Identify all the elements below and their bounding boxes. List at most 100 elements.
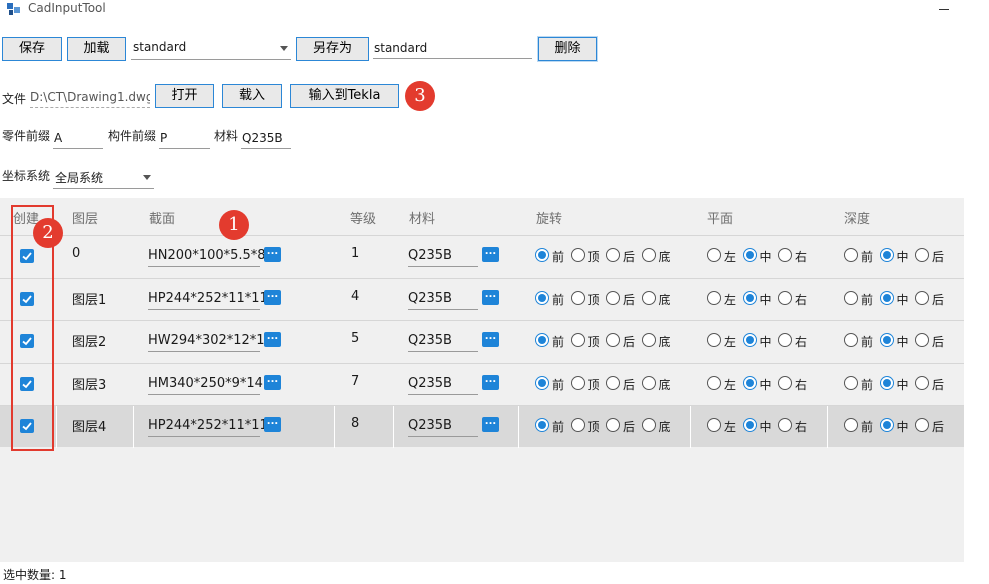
rotation-radio[interactable]: [641, 333, 656, 348]
material-cell-input[interactable]: Q235B: [408, 370, 478, 395]
material-cell-input[interactable]: Q235B: [408, 285, 478, 310]
material-browse-button[interactable]: ...: [482, 374, 499, 390]
depth-radio[interactable]: [879, 375, 894, 390]
rotation-radio[interactable]: [606, 418, 620, 433]
depth-radio[interactable]: [879, 248, 894, 262]
rotation-radio[interactable]: [641, 248, 656, 262]
depth-radio[interactable]: [915, 375, 929, 390]
column-header-plane[interactable]: 平面: [707, 208, 733, 227]
grade-value[interactable]: 7: [351, 374, 359, 389]
grade-value[interactable]: 5: [351, 331, 359, 346]
column-header-grade[interactable]: 等级: [350, 208, 376, 227]
section-input[interactable]: HW294*302*12*12: [148, 327, 273, 353]
plane-radio[interactable]: [778, 333, 792, 348]
material-cell-input[interactable]: Q235B: [408, 242, 478, 267]
rotation-radio[interactable]: [535, 248, 549, 262]
coordinate-system-dropdown[interactable]: 全局系统: [53, 165, 154, 189]
plane-radio[interactable]: [742, 418, 757, 433]
depth-radio[interactable]: [844, 418, 858, 433]
column-header-section[interactable]: 截面: [149, 208, 175, 227]
section-browse-button[interactable]: ...: [264, 247, 281, 262]
grade-value[interactable]: 8: [351, 416, 359, 431]
column-header-material[interactable]: 材料: [409, 208, 435, 227]
plane-radio[interactable]: [707, 375, 721, 390]
grade-value[interactable]: 4: [351, 289, 359, 304]
plane-radio[interactable]: [778, 290, 792, 305]
material-cell-input[interactable]: Q235B: [408, 412, 478, 438]
material-browse-button[interactable]: ...: [482, 289, 499, 305]
depth-radio[interactable]: [915, 333, 929, 348]
section-input[interactable]: HM340*250*9*14: [148, 370, 263, 395]
material-browse-button[interactable]: ...: [482, 417, 499, 433]
material-cell-input[interactable]: Q235B: [408, 327, 478, 353]
plane-radio[interactable]: [707, 290, 721, 305]
rotation-radio[interactable]: [570, 333, 585, 348]
rotation-radio[interactable]: [535, 290, 549, 305]
table-row[interactable]: 图层4 HP244*252*11*11... 8 Q235B... 前 顶 后 底 左 中 右 前 中 后: [0, 405, 964, 449]
table-row[interactable]: 图层1 HP244*252*11*11... 4 Q235B... 前 顶 后 底 左 中 右 前 中 后: [0, 277, 964, 320]
depth-radio[interactable]: [915, 418, 929, 433]
section-browse-button[interactable]: ...: [264, 332, 281, 348]
depth-radio[interactable]: [879, 333, 894, 348]
depth-radio[interactable]: [844, 333, 858, 348]
column-header-layer[interactable]: 图层: [72, 208, 98, 227]
rotation-radio[interactable]: [570, 248, 585, 262]
depth-radio[interactable]: [915, 248, 929, 262]
rotation-radio[interactable]: [641, 418, 656, 433]
depth-radio[interactable]: [915, 290, 929, 305]
material-browse-button[interactable]: ...: [482, 332, 499, 348]
section-input[interactable]: HP244*252*11*11: [148, 285, 268, 310]
load-button[interactable]: 加载: [67, 37, 126, 61]
depth-radio[interactable]: [844, 290, 858, 305]
rotation-radio[interactable]: [606, 375, 620, 390]
table-row[interactable]: 0 HN200*100*5.5*8... 1 Q235B... 前 顶 后 底 左 中 右 前 中 后: [0, 235, 964, 277]
depth-radio[interactable]: [844, 248, 858, 262]
grade-value[interactable]: 1: [351, 246, 359, 261]
delete-button[interactable]: 删除: [538, 37, 597, 61]
column-header-rotation[interactable]: 旋转: [536, 208, 562, 227]
rotation-radio[interactable]: [570, 418, 585, 433]
plane-radio[interactable]: [742, 333, 757, 348]
rotation-radio[interactable]: [535, 375, 549, 390]
minimize-button[interactable]: [935, 0, 953, 18]
save-button[interactable]: 保存: [2, 37, 62, 61]
material-input[interactable]: Q235B: [241, 127, 291, 149]
rotation-radio[interactable]: [606, 333, 620, 348]
preset-dropdown[interactable]: standard: [131, 36, 291, 60]
table-row[interactable]: 图层3 HM340*250*9*14... 7 Q235B... 前 顶 后 底 左 中 右 前 中 后: [0, 362, 964, 405]
plane-radio[interactable]: [707, 333, 721, 348]
plane-radio[interactable]: [778, 418, 792, 433]
plane-radio[interactable]: [778, 375, 792, 390]
rotation-radio[interactable]: [535, 418, 549, 433]
plane-radio[interactable]: [778, 248, 792, 262]
plane-radio[interactable]: [707, 418, 721, 433]
rotation-radio[interactable]: [570, 290, 585, 305]
material-browse-button[interactable]: ...: [482, 247, 499, 262]
member-prefix-input[interactable]: P: [159, 127, 210, 149]
section-browse-button[interactable]: ...: [264, 289, 281, 305]
part-prefix-input[interactable]: A: [53, 127, 103, 149]
depth-radio[interactable]: [879, 290, 894, 305]
plane-radio[interactable]: [742, 290, 757, 305]
plane-radio[interactable]: [742, 248, 757, 262]
rotation-radio[interactable]: [606, 290, 620, 305]
rotation-radio[interactable]: [570, 375, 585, 390]
column-header-depth[interactable]: 深度: [844, 208, 870, 227]
rotation-radio[interactable]: [641, 290, 656, 305]
save-as-button[interactable]: 另存为: [296, 37, 369, 61]
import-button[interactable]: 载入: [222, 84, 282, 108]
plane-radio[interactable]: [707, 248, 721, 262]
file-path-field[interactable]: D:\CT\Drawing1.dwg: [30, 86, 150, 108]
open-button[interactable]: 打开: [155, 84, 214, 108]
depth-radio[interactable]: [844, 375, 858, 390]
section-browse-button[interactable]: ...: [264, 417, 281, 433]
section-input[interactable]: HP244*252*11*11: [148, 412, 268, 438]
table-row[interactable]: 图层2 HW294*302*12*12... 5 Q235B... 前 顶 后 底 左 中 右 前 中 后: [0, 320, 964, 363]
section-input[interactable]: HN200*100*5.5*8: [148, 242, 266, 267]
section-browse-button[interactable]: ...: [264, 374, 281, 390]
save-as-name-input[interactable]: standard: [373, 37, 532, 59]
rotation-radio[interactable]: [535, 333, 549, 348]
export-to-tekla-button[interactable]: 输入到Tekla: [290, 84, 399, 108]
depth-radio[interactable]: [879, 418, 894, 433]
rotation-radio[interactable]: [641, 375, 656, 390]
